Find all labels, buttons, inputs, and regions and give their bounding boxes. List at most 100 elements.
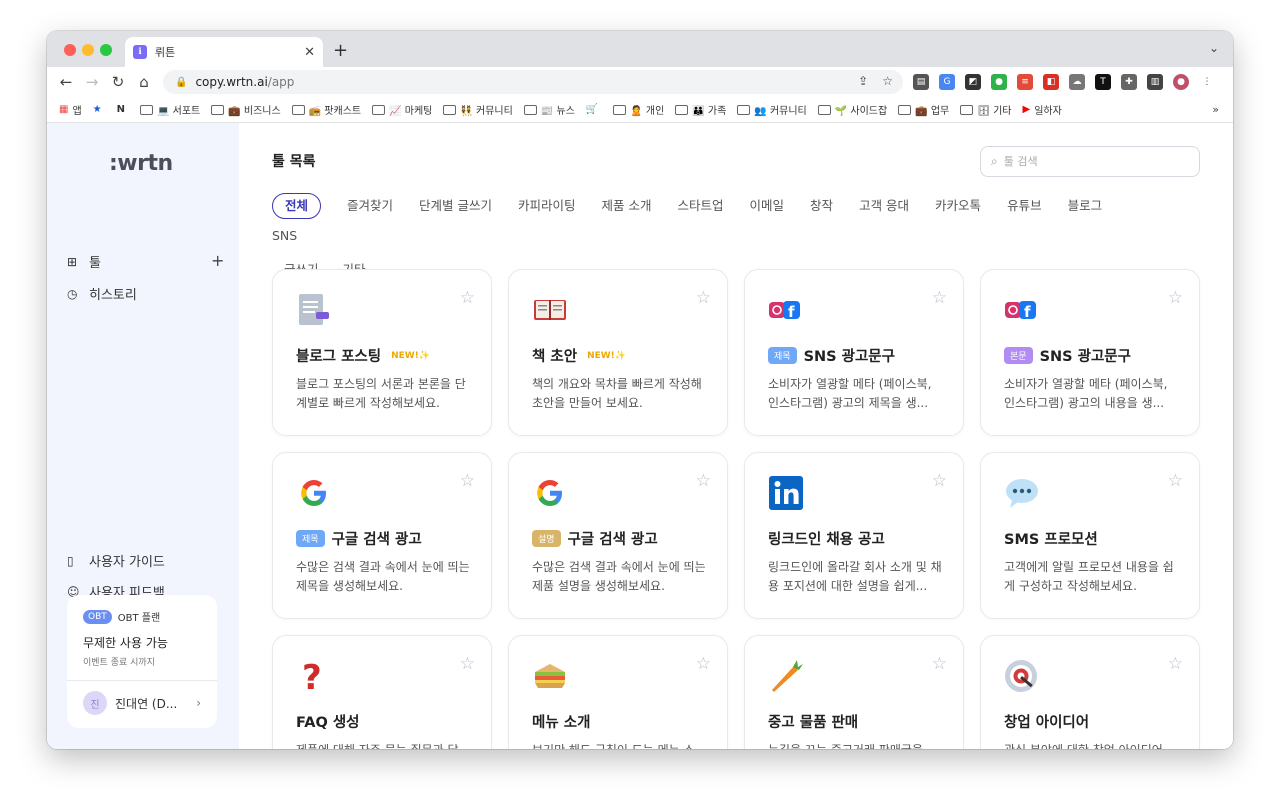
tool-card-blog-posting[interactable]: ☆ 블로그 포스팅 NEW!✨ 블로그 포스팅의 서론과 본론을 단계별로 빠르… — [272, 269, 492, 436]
star-icon: ★ — [92, 104, 102, 115]
tool-card-google-ad-title[interactable]: ☆ 제목 구글 검색 광고 수많은 검색 결과 속에서 눈에 띄는 제목을 생성… — [272, 452, 492, 619]
minimize-window-button[interactable] — [82, 44, 94, 56]
tab-step-writing[interactable]: 단계별 글쓰기 — [419, 193, 492, 219]
bookmarks-overflow-icon[interactable]: » — [1212, 103, 1219, 116]
tool-card-faq[interactable]: ☆ ? FAQ 생성 제품에 대해 자주 묻는 질문과 답... — [272, 635, 492, 749]
reload-icon[interactable]: ↻ — [105, 73, 131, 91]
wrtn-logo[interactable]: :wrtn — [109, 151, 173, 176]
tab-email[interactable]: 이메일 — [750, 193, 785, 219]
card-description: 소비자가 열광할 메타 (페이스북, 인스타그램) 광고의 제목을 생... — [768, 377, 932, 410]
forward-arrow-icon[interactable]: → — [79, 73, 105, 91]
tool-card-linkedin-job[interactable]: ☆ 링크드인 채용 공고 링크드인에 올라갈 회사 소개 및 채용 포지션에 대… — [744, 452, 964, 619]
tab-close-icon[interactable]: ✕ — [304, 45, 315, 60]
tab-youtube[interactable]: 유튜브 — [1007, 193, 1042, 219]
tab-blog[interactable]: 블로그 — [1068, 193, 1103, 219]
tab-search-chevron-icon[interactable]: ⌄ — [1209, 41, 1219, 55]
evernote-icon[interactable]: ● — [991, 74, 1007, 90]
tool-card-used-goods-sale[interactable]: ☆ 중고 물품 판매 눈길을 끄는 중고거래 판매글을... — [744, 635, 964, 749]
puzzle-extensions-icon[interactable]: ✚ — [1121, 74, 1137, 90]
favorite-star-icon[interactable]: ☆ — [932, 471, 947, 491]
tool-card-google-ad-description[interactable]: ☆ 설명 구글 검색 광고 수많은 검색 결과 속에서 눈에 띄는 제품 설명을… — [508, 452, 728, 619]
plan-name: OBT 플랜 — [117, 613, 161, 624]
card-title: SNS 광고문구 — [803, 349, 895, 365]
favorite-star-icon[interactable]: ☆ — [932, 288, 947, 308]
extension-b-icon[interactable]: ◧ — [1043, 74, 1059, 90]
favorite-star-icon[interactable]: ☆ — [460, 288, 475, 308]
sidebar-item-user-guide[interactable]: ▯ 사용자 가이드 — [67, 551, 165, 571]
extension-a-icon[interactable]: ◩ — [965, 74, 981, 90]
address-bar[interactable]: 🔒 copy.wrtn.ai/app ⇪ ☆ — [163, 70, 903, 94]
user-profile-button[interactable]: 진 진대연 (D... › — [67, 681, 217, 725]
translate-icon[interactable]: G — [939, 74, 955, 90]
reading-list-icon[interactable]: ▤ — [913, 74, 929, 90]
tool-card-sms-promotion[interactable]: ☆ SMS 프로모션 고객에게 알릴 프로모션 내용을 쉽게 구성하고 작성해보… — [980, 452, 1200, 619]
extension-t-icon[interactable]: T — [1095, 74, 1111, 90]
youtube-icon: ▶ — [1022, 104, 1031, 115]
new-tab-button[interactable]: + — [333, 40, 348, 61]
cloud-icon[interactable]: ☁ — [1069, 74, 1085, 90]
favorite-star-icon[interactable]: ☆ — [1168, 288, 1183, 308]
close-window-button[interactable] — [64, 44, 76, 56]
bookmark-youtube[interactable]: ▶ 일하자 — [1023, 102, 1062, 117]
search-input[interactable] — [1003, 155, 1184, 168]
add-tool-button[interactable]: + — [211, 251, 224, 270]
favorite-star-icon[interactable]: ☆ — [932, 654, 947, 674]
tool-card-book-draft[interactable]: ☆ 책 초안 NEW!✨ 책의 개요와 목차를 빠르게 작성해 초안을 만들어 … — [508, 269, 728, 436]
tab-favicon-icon: ℹ — [133, 45, 147, 59]
share-icon[interactable]: ⇪ — [858, 74, 868, 88]
maximize-window-button[interactable] — [100, 44, 112, 56]
bookmark-folder-marketing[interactable]: 📈 마케팅 — [372, 102, 432, 117]
back-arrow-icon[interactable]: ← — [53, 73, 79, 91]
bookmark-notion[interactable]: N — [117, 104, 129, 115]
tab-sns[interactable]: SNS — [272, 223, 297, 249]
card-description: 수많은 검색 결과 속에서 눈에 띄는 제품 설명을 생성해보세요. — [532, 560, 706, 593]
bookmark-folder-support[interactable]: 💻 서포트 — [140, 102, 200, 117]
tool-card-startup-idea[interactable]: ☆ 창업 아이디어 관심 분야에 대한 창업 아이디어... — [980, 635, 1200, 749]
extensions-bar: ▤ G ◩ ● ≡ ◧ ☁ T ✚ ▥ ● ⋮ — [913, 74, 1215, 90]
browser-window: ℹ 뤼튼 ✕ + ⌄ ← → ↻ ⌂ 🔒 copy.wrtn.ai/app ⇪ … — [47, 31, 1233, 749]
bookmark-folder-community[interactable]: 👯 커뮤니티 — [443, 102, 513, 117]
favorite-star-icon[interactable]: ☆ — [696, 288, 711, 308]
profile-avatar-icon[interactable]: ● — [1173, 74, 1189, 90]
book-outline-icon: ▯ — [67, 553, 74, 568]
bookmark-star[interactable]: ★ — [93, 104, 106, 115]
bookmark-folder-work[interactable]: 💼 업무 — [898, 102, 949, 117]
favorite-star-icon[interactable]: ☆ — [1168, 654, 1183, 674]
side-panel-icon[interactable]: ▥ — [1147, 74, 1163, 90]
tab-startup[interactable]: 스타트업 — [678, 193, 724, 219]
tool-card-sns-ad-body[interactable]: ☆ f 본문 SNS 광고문구 소비자가 열광할 메타 (페이스북, 인스타그램… — [980, 269, 1200, 436]
kebab-menu-icon[interactable]: ⋮ — [1199, 74, 1215, 90]
favorite-star-icon[interactable]: ☆ — [460, 654, 475, 674]
tab-all[interactable]: 전체 — [272, 193, 322, 219]
tab-product-intro[interactable]: 제품 소개 — [602, 193, 652, 219]
main-content: 툴 목록 ⌕ 전체 즐겨찾기 단계별 글쓰기 카피라이팅 제품 소개 스타트업 … — [239, 123, 1233, 749]
favorite-star-icon[interactable]: ☆ — [1168, 471, 1183, 491]
bookmark-folder-business[interactable]: 💼 비즈니스 — [211, 102, 281, 117]
tab-kakaotalk[interactable]: 카카오톡 — [935, 193, 981, 219]
favorite-star-icon[interactable]: ☆ — [460, 471, 475, 491]
bookmark-folder-news[interactable]: 📰 뉴스 — [523, 102, 575, 117]
tool-card-menu-intro[interactable]: ☆ 메뉴 소개 보기만 해도 군침이 도는 메뉴 소... — [508, 635, 728, 749]
tool-card-sns-ad-title[interactable]: ☆ f 제목 SNS 광고문구 소비자가 열광할 메타 (페이스북, 인스타그램… — [744, 269, 964, 436]
bookmark-cart[interactable]: 🛒 — [586, 104, 602, 115]
sidebar-item-tools[interactable]: ⊞ 툴 — [67, 252, 101, 272]
tab-favorites[interactable]: 즐겨찾기 — [347, 193, 393, 219]
bookmark-apps[interactable]: ▦ 앱 — [59, 102, 82, 117]
tab-customer-service[interactable]: 고객 응대 — [859, 193, 909, 219]
browser-tab[interactable]: ℹ 뤼튼 ✕ — [125, 37, 323, 67]
tab-copywriting[interactable]: 카피라이팅 — [518, 193, 576, 219]
bookmark-star-icon[interactable]: ☆ — [882, 74, 893, 88]
todoist-icon[interactable]: ≡ — [1017, 74, 1033, 90]
sidebar-item-history[interactable]: ◷ 히스토리 — [67, 284, 137, 304]
bookmark-folder-podcast[interactable]: 📻 팟캐스트 — [291, 102, 361, 117]
home-icon[interactable]: ⌂ — [131, 73, 157, 91]
bookmark-folder-community-2[interactable]: 👥 커뮤니티 — [737, 102, 807, 117]
tab-creative[interactable]: 창작 — [810, 193, 833, 219]
bookmark-folder-sidejob[interactable]: 🌱 사이드잡 — [817, 102, 887, 117]
favorite-star-icon[interactable]: ☆ — [696, 654, 711, 674]
bookmark-folder-personal[interactable]: 🙎 개인 — [613, 102, 664, 117]
tool-search[interactable]: ⌕ — [980, 146, 1200, 177]
bookmark-folder-family[interactable]: 👪 가족 — [675, 102, 726, 117]
bookmark-folder-etc[interactable]: 🗄 기타 — [960, 102, 1012, 117]
favorite-star-icon[interactable]: ☆ — [696, 471, 711, 491]
